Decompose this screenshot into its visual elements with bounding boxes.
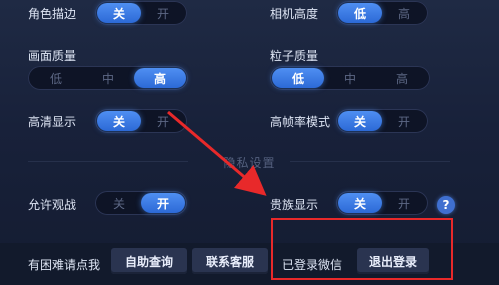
- annotation-arrow-icon: [167, 110, 267, 196]
- settings-panel: 角色描边 关 开 相机高度 低 高 画面质量 低 中 高 粒子质量 低 中 高 …: [0, 0, 499, 285]
